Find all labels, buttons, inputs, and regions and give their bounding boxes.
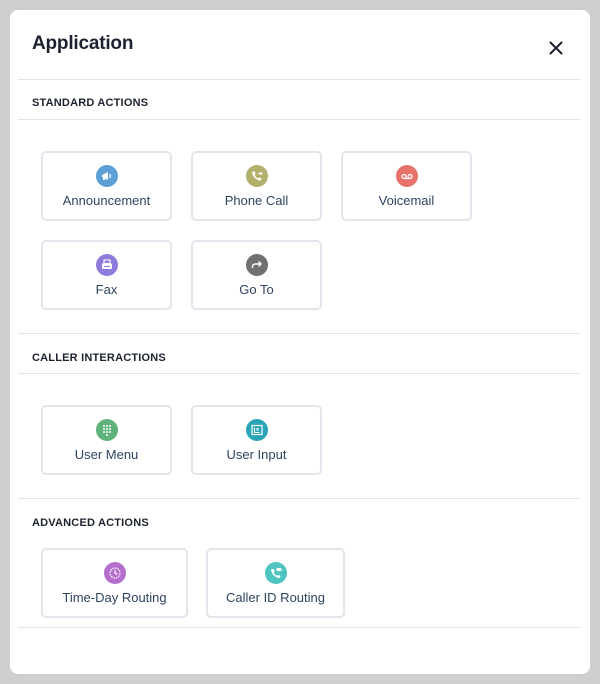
- section-divider: [18, 373, 581, 374]
- phone-forward-icon: [245, 165, 268, 187]
- tile-time-day-routing[interactable]: Time-Day Routing: [41, 548, 188, 618]
- tile-caller-id-routing[interactable]: Caller ID Routing: [206, 548, 345, 618]
- tile-user-menu[interactable]: User Menu: [41, 405, 172, 475]
- tile-label: Fax: [95, 282, 118, 297]
- section-divider: [18, 119, 581, 120]
- tile-label: Caller ID Routing: [226, 590, 325, 605]
- tile-label: User Menu: [74, 447, 139, 462]
- tile-label: Time-Day Routing: [62, 590, 167, 605]
- tile-label: User Input: [226, 447, 287, 462]
- tile-label: Voicemail: [378, 193, 435, 208]
- section-divider: [18, 333, 581, 334]
- tile-user-input[interactable]: User Input: [191, 405, 322, 475]
- tile-voicemail[interactable]: Voicemail: [341, 151, 472, 221]
- keypad-icon: [95, 419, 118, 441]
- footer-divider: [18, 627, 581, 628]
- section-title-advanced-actions: ADVANCED ACTIONS: [32, 517, 149, 529]
- application-dialog: Application STANDARD ACTIONS Announcemen…: [10, 10, 590, 674]
- dialog-title: Application: [32, 33, 134, 54]
- caller-id-icon: [264, 562, 287, 584]
- tile-phone-call[interactable]: Phone Call: [191, 151, 322, 221]
- section-title-caller-interactions: CALLER INTERACTIONS: [32, 352, 166, 364]
- section-divider: [18, 498, 581, 499]
- dialog-header: Application: [10, 10, 590, 80]
- close-icon: [549, 41, 563, 55]
- clock-icon: [103, 562, 126, 584]
- tile-announcement[interactable]: Announcement: [41, 151, 172, 221]
- tile-fax[interactable]: Fax: [41, 240, 172, 310]
- tile-label: Go To: [239, 282, 274, 297]
- fax-icon: [95, 254, 118, 276]
- tile-label: Phone Call: [224, 193, 289, 208]
- section-title-standard-actions: STANDARD ACTIONS: [32, 97, 149, 109]
- voicemail-icon: [395, 165, 418, 187]
- close-button[interactable]: [544, 36, 568, 60]
- megaphone-icon: [95, 165, 118, 187]
- input-keyboard-icon: [245, 419, 268, 441]
- goto-arrow-icon: [245, 254, 268, 276]
- header-divider: [18, 79, 581, 80]
- tile-label: Announcement: [62, 193, 151, 208]
- tile-go-to[interactable]: Go To: [191, 240, 322, 310]
